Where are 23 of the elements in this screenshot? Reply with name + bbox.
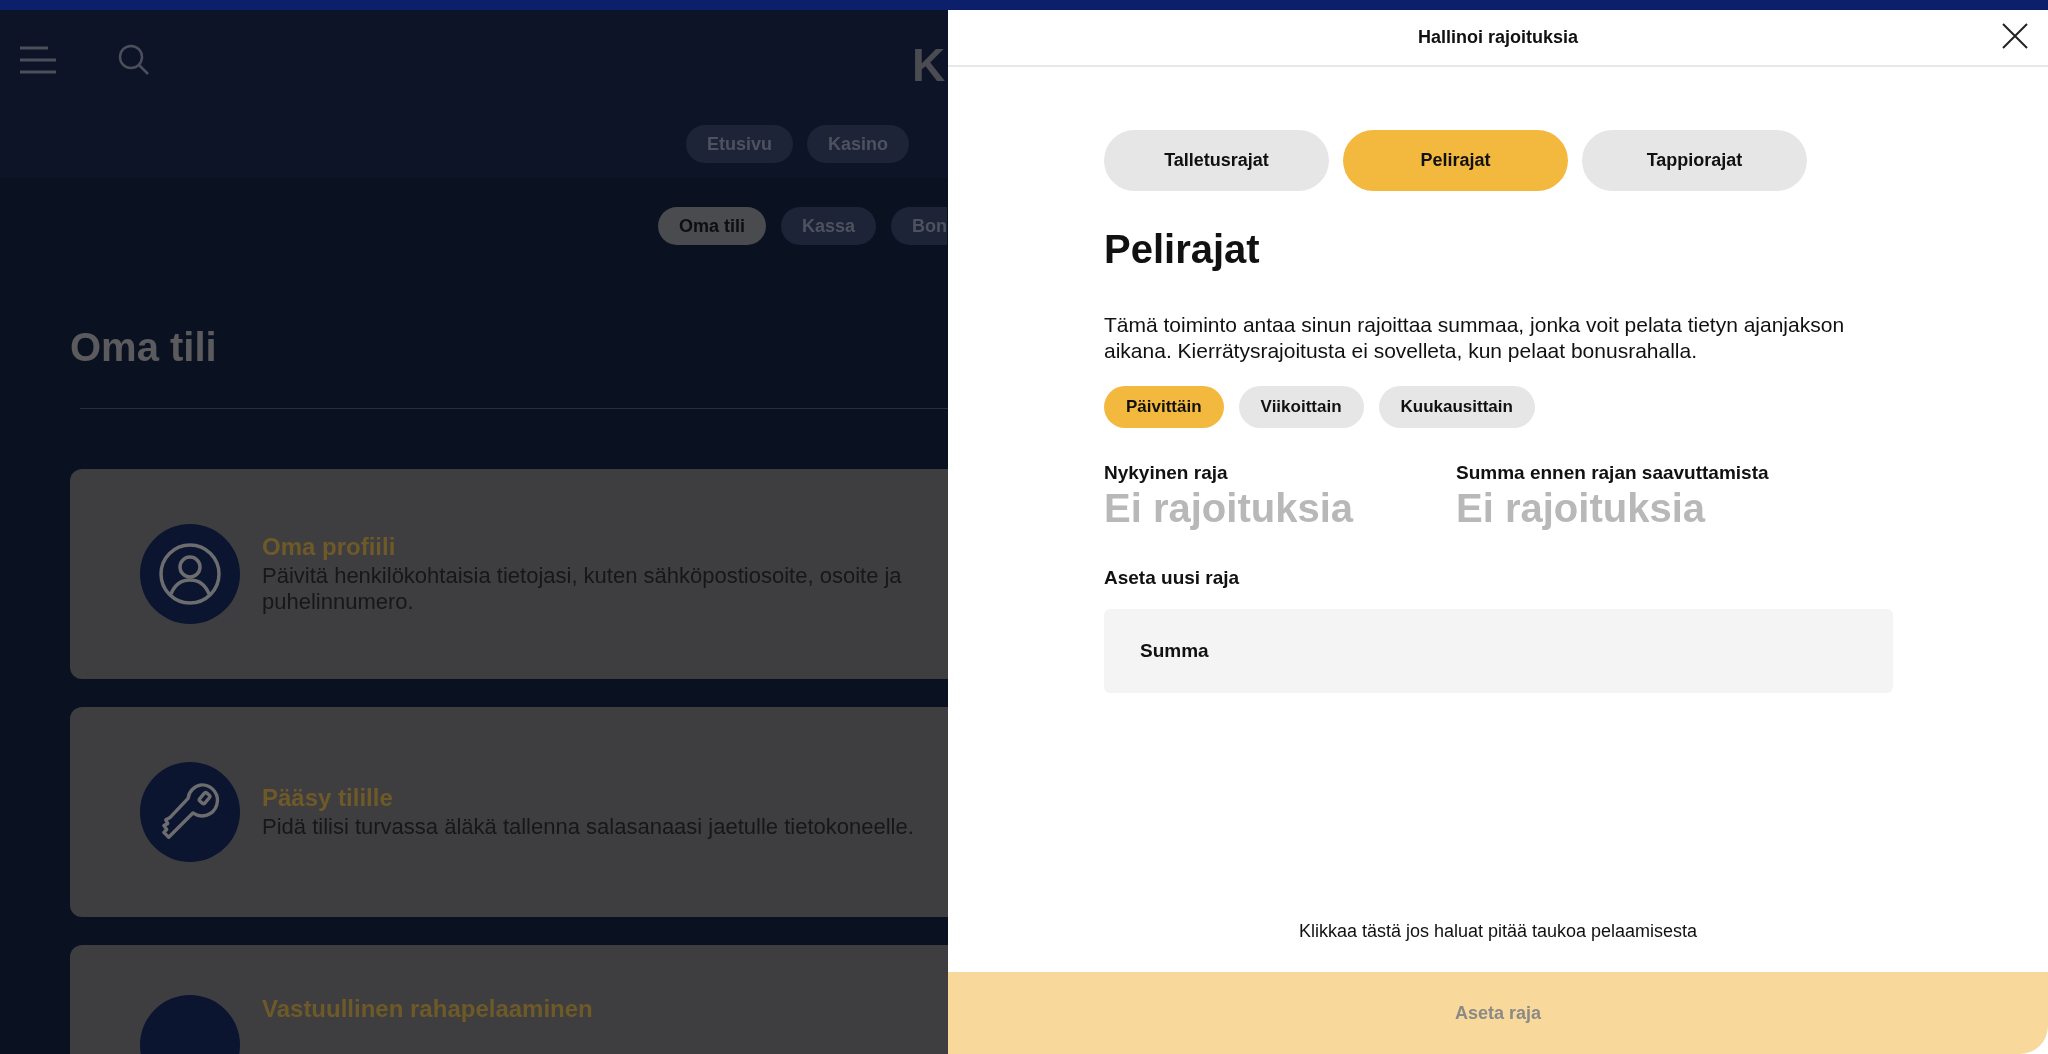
section-heading: Pelirajat — [1104, 227, 1261, 272]
stat-value: Ei rajoituksia — [1104, 486, 1355, 531]
period-option[interactable]: Kuukausittain — [1378, 386, 1535, 428]
person-icon — [158, 542, 222, 606]
page-heading: Oma tili — [69, 324, 218, 370]
nav-tab[interactable]: Oma tili — [658, 207, 766, 245]
description: Tämä toiminto antaa sinun rajoittaa summaa, jonka voit pelata tietyn ajanjakson aikana. Kierrätysrajoitusta ei sovelleta, kun pelaat bonusrahalla. — [1104, 312, 1846, 364]
dialog-title: Hallinoi rajoituksia — [1417, 27, 1578, 48]
stat-value: Ei rajoituksia — [1456, 486, 1707, 531]
limit-tab[interactable]: Pelirajat — [1343, 130, 1568, 191]
field-label: Aseta uusi raja — [1104, 567, 1241, 589]
limit-tab[interactable]: Talletusrajat — [1104, 130, 1329, 191]
stat-label: Summa ennen rajan saavuttamista — [1456, 462, 1770, 484]
stat-label: Nykyinen raja — [1104, 462, 1229, 484]
limit-tab[interactable]: Tappiorajat — [1582, 130, 1807, 191]
logo[interactable]: K — [912, 38, 946, 92]
period-option[interactable]: Päivittäin — [1104, 386, 1224, 428]
menu-icon[interactable] — [20, 46, 56, 74]
amount-field[interactable]: Summa — [1104, 609, 1893, 693]
search-icon[interactable] — [118, 44, 150, 76]
pause-link[interactable]: Klikkaa tästä jos haluat pitää taukoa pelaamisesta — [1298, 921, 1698, 942]
close-icon[interactable] — [2002, 23, 2028, 49]
period-option[interactable]: Viikoittain — [1238, 386, 1364, 428]
